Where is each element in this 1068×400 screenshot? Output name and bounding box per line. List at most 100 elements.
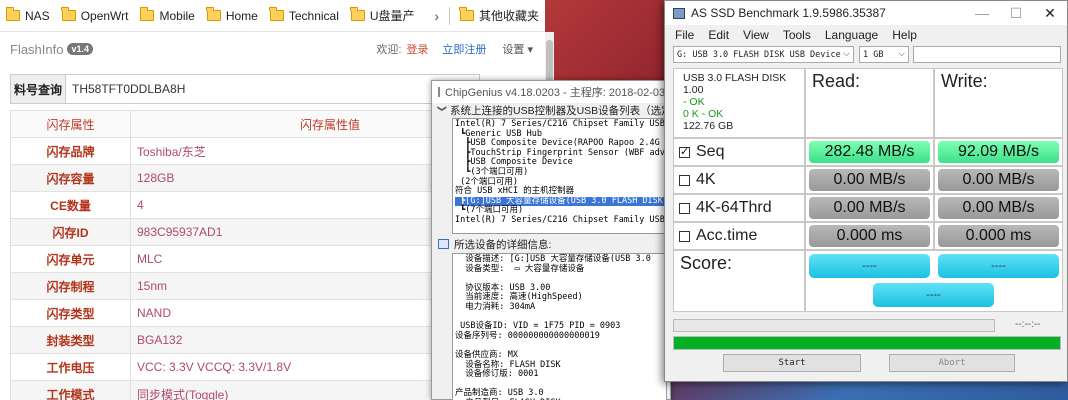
- test-row: Seq 282.48 MB/s 92.09 MB/s: [673, 138, 1063, 166]
- site-logo[interactable]: FlashInfo v1.4: [10, 42, 94, 57]
- test-label[interactable]: 4K: [673, 166, 805, 194]
- folder-icon: [206, 7, 221, 21]
- maximize-icon[interactable]: ☐: [999, 1, 1033, 25]
- asssd-window: AS SSD Benchmark 1.9.5986.35387 — ☐ ✕ Fi…: [664, 0, 1068, 382]
- test-row: 4K 0.00 MB/s 0.00 MB/s: [673, 166, 1063, 194]
- folder-icon: [139, 7, 155, 21]
- drive-select[interactable]: G: USB 3.0 FLASH DISK USB Device ⌵: [673, 46, 854, 63]
- menu-edit[interactable]: Edit: [708, 28, 729, 42]
- bookmark-openwrt[interactable]: OpenWrt: [56, 0, 135, 32]
- chipgenius-titlebar[interactable]: ChipGenius v4.18.0203 - 主程序: 2018-02-03 …: [432, 81, 670, 103]
- test-name: 4K: [696, 171, 716, 188]
- score-panel: ---- ---- ----: [805, 250, 1063, 312]
- read-result: 0.000 ms: [809, 225, 930, 247]
- menu-view[interactable]: View: [743, 28, 769, 42]
- attr-name: 闪存类型: [10, 299, 131, 327]
- detail-line: 设备序列号: 000000000000000019: [455, 330, 600, 341]
- attr-name: 闪存ID: [10, 218, 131, 246]
- menu-file[interactable]: File: [675, 28, 694, 42]
- read-result: 282.48 MB/s: [809, 141, 930, 163]
- settings-dropdown[interactable]: 设置 ▾: [502, 41, 533, 57]
- test-label[interactable]: Acc.time: [673, 222, 805, 250]
- size-select[interactable]: 1 GB ⌵: [859, 46, 909, 63]
- window-title: ChipGenius v4.18.0203 - 主程序: 2018-02-03 …: [445, 87, 670, 99]
- folder-icon: [269, 7, 284, 21]
- bookmark-label: 其他收藏夹: [478, 9, 539, 23]
- register-link[interactable]: 立即注册: [442, 41, 486, 57]
- size-select-value: 1 GB: [863, 49, 884, 60]
- test-checkbox[interactable]: [679, 174, 690, 186]
- close-icon[interactable]: ✕: [1033, 1, 1067, 25]
- test-name: 4K-64Thrd: [696, 199, 772, 216]
- details-heading: 所选设备的详细信息:: [454, 239, 552, 251]
- drive-select-value: G: USB 3.0 FLASH DISK USB Device: [677, 49, 841, 60]
- test-name: Seq: [696, 143, 725, 160]
- column-header-attr: 闪存属性: [10, 110, 131, 138]
- bookmark-u-disk[interactable]: U盘量产: [345, 0, 421, 32]
- read-result-cell: 282.48 MB/s: [805, 138, 934, 166]
- score-read: ----: [809, 254, 930, 278]
- test-label[interactable]: Seq: [673, 138, 805, 166]
- test-progress-bar: [673, 319, 995, 332]
- usb-device-tree[interactable]: Intel(R) 7 Series/C216 Chipset Family US…: [452, 118, 667, 234]
- part-search: 料号查询: [10, 74, 480, 104]
- driver-status: - OK: [683, 96, 705, 108]
- details-heading-row: 所选设备的详细信息:: [432, 237, 670, 252]
- bookmark-nas[interactable]: NAS: [0, 0, 56, 32]
- part-number-input[interactable]: [66, 75, 479, 103]
- bookmark-label: NAS: [25, 8, 50, 23]
- write-header: Write:: [934, 68, 1063, 138]
- menu-bar: File Edit View Tools Language Help: [665, 25, 1067, 45]
- start-button[interactable]: Start: [723, 354, 861, 372]
- elapsed-time: --:--:--: [1015, 319, 1041, 330]
- bookmark-technical[interactable]: Technical: [264, 0, 345, 32]
- bookmarks-bar: NAS OpenWrt Mobile Home Technical U盘量产 ›…: [0, 0, 545, 32]
- app-icon: [438, 87, 440, 97]
- write-result-cell: 0.000 ms: [934, 222, 1063, 250]
- details-icon: [438, 239, 449, 249]
- menu-language[interactable]: Language: [825, 28, 878, 42]
- app-icon: [673, 7, 685, 19]
- menu-tools[interactable]: Tools: [783, 28, 811, 42]
- read-header: Read:: [805, 68, 934, 138]
- chevron-right-icon[interactable]: ›: [428, 8, 445, 24]
- test-checkbox[interactable]: [679, 202, 690, 214]
- window-title: AS SSD Benchmark 1.9.5986.35387: [691, 6, 886, 20]
- test-checkbox[interactable]: [679, 230, 690, 242]
- alignment-status: 0 K - OK: [683, 108, 724, 120]
- test-label[interactable]: 4K-64Thrd: [673, 194, 805, 222]
- chevron-down-icon: ⌵: [898, 49, 905, 59]
- attr-name: 闪存容量: [10, 164, 131, 192]
- score-total: ----: [873, 283, 994, 307]
- read-result-cell: 0.00 MB/s: [805, 166, 934, 194]
- bookmark-label: Mobile: [159, 8, 195, 23]
- attr-name: CE数量: [10, 191, 131, 219]
- bookmark-label: Technical: [288, 8, 339, 23]
- drive-firmware: 1.00: [683, 84, 704, 96]
- device-list-heading: 系统上连接的USB控制器及USB设备列表（选定: [432, 103, 670, 117]
- minimize-icon[interactable]: —: [965, 1, 999, 25]
- bookmark-mobile[interactable]: Mobile: [134, 0, 200, 32]
- drive-name: USB 3.0 FLASH DISK: [683, 72, 787, 84]
- attr-name: 闪存品牌: [10, 137, 131, 165]
- test-checkbox[interactable]: [679, 145, 690, 158]
- attr-name: 封装类型: [10, 326, 131, 354]
- device-details-text[interactable]: 设备描述: [G:]USB 大容量存储设备(USB 3.0 设备类型: ▭ 大容…: [452, 253, 667, 400]
- attr-name: 闪存制程: [10, 272, 131, 300]
- tree-node[interactable]: Intel(R) 7 Series/C216 Chipset Family US…: [455, 215, 665, 226]
- write-result: 0.000 ms: [938, 225, 1059, 247]
- test-row: 4K-64Thrd 0.00 MB/s 0.00 MB/s: [673, 194, 1063, 222]
- path-field[interactable]: [913, 46, 1061, 63]
- results-grid: USB 3.0 FLASH DISK 1.00 - OK 0 K - OK 12…: [673, 68, 1063, 312]
- asssd-titlebar[interactable]: AS SSD Benchmark 1.9.5986.35387 — ☐ ✕: [665, 1, 1067, 25]
- chipgenius-window: ChipGenius v4.18.0203 - 主程序: 2018-02-03 …: [431, 80, 671, 400]
- login-link[interactable]: 登录: [406, 41, 428, 57]
- bookmark-other[interactable]: 其他收藏夹: [454, 0, 545, 32]
- menu-help[interactable]: Help: [892, 28, 917, 42]
- abort-button[interactable]: Abort: [889, 354, 1015, 372]
- divider: [448, 6, 450, 25]
- drive-size: 122.76 GB: [683, 120, 734, 132]
- bookmark-home[interactable]: Home: [201, 0, 264, 32]
- read-result: 0.00 MB/s: [809, 169, 930, 191]
- drive-info: USB 3.0 FLASH DISK 1.00 - OK 0 K - OK 12…: [673, 68, 805, 138]
